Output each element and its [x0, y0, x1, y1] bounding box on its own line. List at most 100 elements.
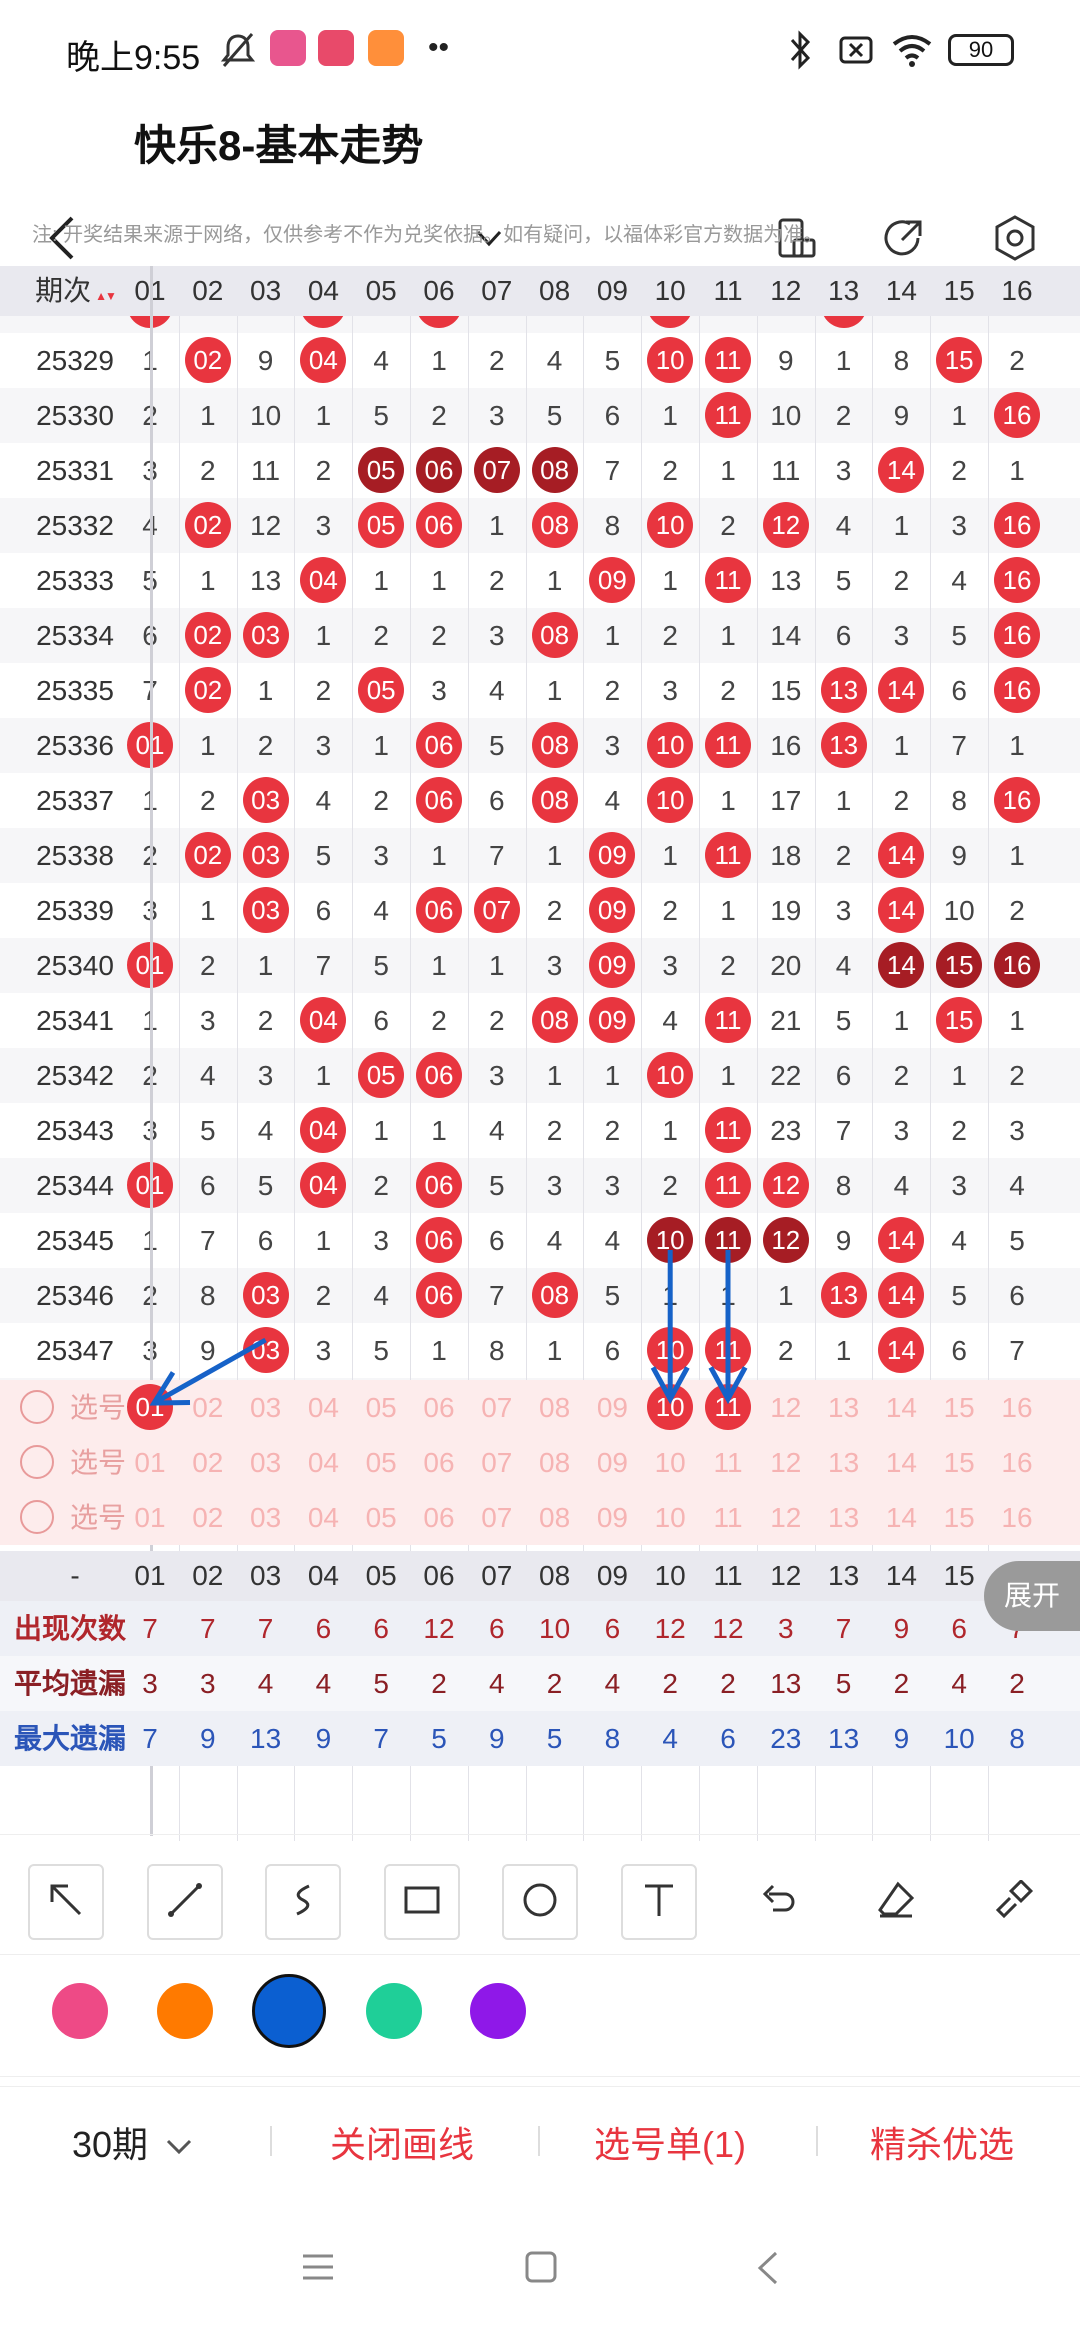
curve-tool-button[interactable] — [265, 1864, 341, 1940]
color-swatch[interactable] — [365, 1983, 422, 2039]
pick-row-select-circle[interactable] — [20, 1500, 54, 1534]
pick-number[interactable]: 11 — [699, 1435, 757, 1490]
pick-number[interactable]: 08 — [526, 1380, 584, 1435]
bluetooth-icon — [790, 30, 811, 70]
pick-number[interactable]: 12 — [757, 1490, 815, 1545]
pick-number[interactable]: 05 — [352, 1435, 410, 1490]
pick-number[interactable]: 06 — [410, 1490, 468, 1545]
miss-count-cell: 2 — [1009, 345, 1025, 376]
miss-count-cell: 2 — [778, 1335, 794, 1366]
arrow-tool-button[interactable] — [28, 1864, 104, 1940]
miss-count-cell: 2 — [662, 455, 678, 486]
pick-number[interactable]: 07 — [468, 1490, 526, 1545]
pick-number[interactable]: 14 — [872, 1490, 930, 1545]
selected-pick-ball[interactable]: 10 — [647, 1384, 694, 1430]
pick-number[interactable]: 02 — [179, 1490, 237, 1545]
pick-number[interactable]: 13 — [815, 1380, 873, 1435]
circle-tool-button[interactable] — [502, 1864, 578, 1940]
pick-number[interactable]: 09 — [583, 1435, 641, 1490]
color-swatch[interactable] — [156, 1983, 213, 2039]
table-row: 2534739033518161011211467 — [0, 1323, 1080, 1378]
share-icon[interactable] — [882, 216, 926, 260]
stats-value: 6 — [604, 1613, 621, 1644]
eraser-icon — [876, 1880, 916, 1925]
pick-number[interactable]: 16 — [988, 1490, 1046, 1545]
stats-value: 6 — [373, 1613, 389, 1644]
miss-count-cell: 2 — [431, 1005, 447, 1036]
pick-number[interactable]: 15 — [930, 1490, 988, 1545]
stats-value: 2 — [546, 1668, 563, 1699]
pick-number[interactable]: 07 — [468, 1380, 526, 1435]
pick-number[interactable]: 01 — [121, 1490, 179, 1545]
clear-button[interactable] — [976, 1864, 1052, 1940]
pick-number[interactable]: 13 — [815, 1490, 873, 1545]
stats-value: 3 — [200, 1668, 216, 1699]
pick-number[interactable]: 03 — [237, 1380, 295, 1435]
pick-row-select-circle[interactable] — [20, 1390, 54, 1424]
miss-count-cell: 2 — [431, 620, 447, 651]
pick-number[interactable]: 10 — [641, 1435, 699, 1490]
rectangle-tool-button[interactable] — [383, 1864, 460, 1940]
pick-number[interactable]: 03 — [237, 1490, 295, 1545]
home-nav-icon[interactable] — [524, 2250, 558, 2284]
pick-row-select-circle[interactable] — [20, 1445, 54, 1479]
pick-number[interactable]: 04 — [294, 1380, 352, 1435]
pick-number[interactable]: 15 — [930, 1435, 988, 1490]
pick-number[interactable]: 05 — [352, 1490, 410, 1545]
miss-count-cell: 3 — [315, 730, 332, 761]
pick-number[interactable]: 09 — [583, 1380, 641, 1435]
line-tool-button[interactable] — [146, 1864, 223, 1940]
pick-number[interactable]: 04 — [294, 1490, 352, 1545]
pick-number[interactable]: 13 — [815, 1435, 873, 1490]
drawn-number-ball: 05 — [358, 502, 405, 548]
pick-number[interactable]: 06 — [410, 1380, 468, 1435]
featured-picks-button[interactable]: 精杀优选 — [870, 2116, 1014, 2168]
color-swatch[interactable] — [52, 1983, 108, 2039]
drawn-number-ball: 04 — [300, 1107, 347, 1153]
pick-number[interactable]: 16 — [988, 1380, 1046, 1435]
menu-nav-icon[interactable] — [300, 2250, 336, 2284]
miss-count-cell: 4 — [257, 1115, 274, 1146]
settings-icon[interactable] — [992, 214, 1038, 262]
expand-button[interactable]: 展开 — [984, 1561, 1080, 1631]
pick-number[interactable]: 16 — [988, 1435, 1046, 1490]
pick-number[interactable]: 05 — [352, 1380, 410, 1435]
pick-number[interactable]: 03 — [237, 1435, 295, 1490]
color-swatch[interactable] — [252, 1974, 326, 2048]
close-lines-button[interactable]: 关闭画线 — [330, 2116, 474, 2168]
selected-pick-ball[interactable]: 11 — [705, 1384, 751, 1430]
pick-number[interactable]: 10 — [641, 1490, 699, 1545]
miss-count-cell: 6 — [257, 1225, 274, 1256]
period-select[interactable]: 30期 — [72, 2116, 194, 2168]
pick-number[interactable]: 09 — [583, 1490, 641, 1545]
miss-count-cell: 3 — [662, 675, 678, 706]
undo-button[interactable] — [739, 1864, 815, 1940]
pick-number[interactable]: 14 — [872, 1435, 930, 1490]
pick-number[interactable]: 02 — [179, 1380, 237, 1435]
miss-count-cell: 5 — [373, 1335, 389, 1366]
pick-number[interactable]: 12 — [757, 1435, 815, 1490]
pick-number[interactable]: 07 — [468, 1435, 526, 1490]
pick-number[interactable]: 06 — [410, 1435, 468, 1490]
miss-count-cell: 1 — [835, 345, 852, 376]
pick-number[interactable]: 12 — [757, 1380, 815, 1435]
pick-list-button[interactable]: 选号单(1) — [594, 2116, 746, 2168]
pick-number[interactable]: 08 — [526, 1435, 584, 1490]
text-tool-button[interactable] — [620, 1864, 697, 1940]
color-swatch[interactable] — [470, 1983, 526, 2039]
pick-number[interactable]: 02 — [179, 1435, 237, 1490]
pick-number[interactable]: 11 — [699, 1490, 757, 1545]
pick-number[interactable]: 04 — [294, 1435, 352, 1490]
selected-pick-ball[interactable]: 01 — [127, 1384, 173, 1430]
miss-count-cell: 3 — [315, 510, 332, 541]
pick-number[interactable]: 08 — [526, 1490, 584, 1545]
pick-number[interactable]: 15 — [930, 1380, 988, 1435]
pick-number[interactable]: 01 — [121, 1435, 179, 1490]
miss-count-cell: 5 — [951, 1280, 967, 1311]
pick-number[interactable]: 14 — [872, 1380, 930, 1435]
drawn-number-ball: 04 — [300, 337, 347, 383]
back-nav-icon[interactable] — [756, 2250, 780, 2286]
miss-count-cell: 2 — [489, 345, 505, 376]
eraser-button[interactable] — [857, 1864, 934, 1940]
drawn-number-ball: 04 — [300, 997, 347, 1043]
